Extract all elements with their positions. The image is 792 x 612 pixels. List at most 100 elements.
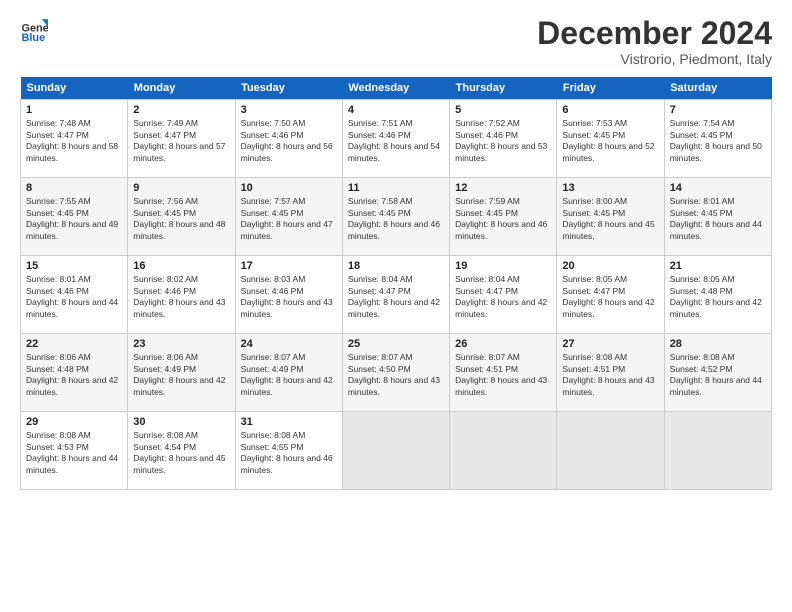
cell-info: Sunrise: 8:05 AMSunset: 4:48 PMDaylight:… bbox=[670, 274, 766, 320]
table-row bbox=[342, 412, 449, 490]
table-row: 8 Sunrise: 7:55 AMSunset: 4:45 PMDaylight… bbox=[21, 178, 128, 256]
cell-info: Sunrise: 7:50 AMSunset: 4:46 PMDaylight:… bbox=[241, 118, 337, 164]
table-row: 9 Sunrise: 7:56 AMSunset: 4:45 PMDaylight… bbox=[128, 178, 235, 256]
logo-icon: General Blue bbox=[20, 16, 48, 44]
cell-info: Sunrise: 8:07 AMSunset: 4:50 PMDaylight:… bbox=[348, 352, 444, 398]
table-row: 19 Sunrise: 8:04 AMSunset: 4:47 PMDayligh… bbox=[450, 256, 557, 334]
table-row: 30 Sunrise: 8:08 AMSunset: 4:54 PMDayligh… bbox=[128, 412, 235, 490]
table-row: 10Sunrise: 7:57 AMSunset: 4:45 PMDayligh… bbox=[235, 178, 342, 256]
day-number: 13 bbox=[562, 182, 658, 194]
day-number: 1 bbox=[26, 104, 122, 116]
table-row: 22 Sunrise: 8:06 AMSunset: 4:48 PMDayligh… bbox=[21, 334, 128, 412]
day-number: 24 bbox=[241, 338, 337, 350]
day-number: 22 bbox=[26, 338, 122, 350]
cell-info: Sunrise: 8:01 AMSunset: 4:46 PMDaylight:… bbox=[26, 274, 122, 320]
day-number: 29 bbox=[26, 416, 122, 428]
cell-info: Sunrise: 7:55 AMSunset: 4:45 PMDaylight:… bbox=[26, 196, 122, 242]
table-row: 20Sunrise: 8:05 AMSunset: 4:47 PMDayligh… bbox=[557, 256, 664, 334]
day-number: 18 bbox=[348, 260, 444, 272]
table-row: 15 Sunrise: 8:01 AMSunset: 4:46 PMDayligh… bbox=[21, 256, 128, 334]
cell-info: Sunrise: 8:08 AMSunset: 4:54 PMDaylight:… bbox=[133, 430, 229, 476]
day-number: 12 bbox=[455, 182, 551, 194]
table-row: 4 Sunrise: 7:51 AMSunset: 4:46 PMDaylight… bbox=[342, 100, 449, 178]
table-row: 13Sunrise: 8:00 AMSunset: 4:45 PMDayligh… bbox=[557, 178, 664, 256]
table-row bbox=[664, 412, 771, 490]
table-row: 27 Sunrise: 8:08 AMSunset: 4:51 PMDayligh… bbox=[557, 334, 664, 412]
day-number: 5 bbox=[455, 104, 551, 116]
cell-info: Sunrise: 7:51 AMSunset: 4:46 PMDaylight:… bbox=[348, 118, 444, 164]
calendar-week-3: 15 Sunrise: 8:01 AMSunset: 4:46 PMDayligh… bbox=[21, 256, 772, 334]
cell-info: Sunrise: 7:49 AMSunset: 4:47 PMDaylight:… bbox=[133, 118, 229, 164]
cell-info: Sunrise: 8:02 AMSunset: 4:46 PMDaylight:… bbox=[133, 274, 229, 320]
day-number: 19 bbox=[455, 260, 551, 272]
table-row: 16 Sunrise: 8:02 AMSunset: 4:46 PMDayligh… bbox=[128, 256, 235, 334]
cell-info: Sunrise: 8:07 AMSunset: 4:51 PMDaylight:… bbox=[455, 352, 551, 398]
day-number: 25 bbox=[348, 338, 444, 350]
cell-info: Sunrise: 7:48 AMSunset: 4:47 PMDaylight:… bbox=[26, 118, 122, 164]
cell-info: Sunrise: 8:01 AMSunset: 4:45 PMDaylight:… bbox=[670, 196, 766, 242]
header-row: Sunday Monday Tuesday Wednesday Thursday… bbox=[21, 77, 772, 100]
cell-info: Sunrise: 8:08 AMSunset: 4:51 PMDaylight:… bbox=[562, 352, 658, 398]
cell-info: Sunrise: 8:08 AMSunset: 4:52 PMDaylight:… bbox=[670, 352, 766, 398]
table-row bbox=[557, 412, 664, 490]
day-number: 26 bbox=[455, 338, 551, 350]
table-row: 11Sunrise: 7:58 AMSunset: 4:45 PMDayligh… bbox=[342, 178, 449, 256]
day-number: 20 bbox=[562, 260, 658, 272]
table-row: 28 Sunrise: 8:08 AMSunset: 4:52 PMDayligh… bbox=[664, 334, 771, 412]
table-row: 25 Sunrise: 8:07 AMSunset: 4:50 PMDayligh… bbox=[342, 334, 449, 412]
day-number: 16 bbox=[133, 260, 229, 272]
day-number: 7 bbox=[670, 104, 766, 116]
table-row: 29 Sunrise: 8:08 AMSunset: 4:53 PMDayligh… bbox=[21, 412, 128, 490]
cell-info: Sunrise: 7:53 AMSunset: 4:45 PMDaylight:… bbox=[562, 118, 658, 164]
cell-info: Sunrise: 8:04 AMSunset: 4:47 PMDaylight:… bbox=[348, 274, 444, 320]
table-row: 14 Sunrise: 8:01 AMSunset: 4:45 PMDayligh… bbox=[664, 178, 771, 256]
day-number: 15 bbox=[26, 260, 122, 272]
day-number: 8 bbox=[26, 182, 122, 194]
cell-info: Sunrise: 7:54 AMSunset: 4:45 PMDaylight:… bbox=[670, 118, 766, 164]
calendar-week-4: 22 Sunrise: 8:06 AMSunset: 4:48 PMDayligh… bbox=[21, 334, 772, 412]
col-tuesday: Tuesday bbox=[235, 77, 342, 100]
col-wednesday: Wednesday bbox=[342, 77, 449, 100]
table-row: 3 Sunrise: 7:50 AMSunset: 4:46 PMDaylight… bbox=[235, 100, 342, 178]
day-number: 30 bbox=[133, 416, 229, 428]
cell-info: Sunrise: 8:06 AMSunset: 4:48 PMDaylight:… bbox=[26, 352, 122, 398]
day-number: 27 bbox=[562, 338, 658, 350]
calendar-table: Sunday Monday Tuesday Wednesday Thursday… bbox=[20, 77, 772, 490]
cell-info: Sunrise: 7:52 AMSunset: 4:46 PMDaylight:… bbox=[455, 118, 551, 164]
col-thursday: Thursday bbox=[450, 77, 557, 100]
day-number: 14 bbox=[670, 182, 766, 194]
logo: General Blue bbox=[20, 16, 48, 44]
page-header: General Blue December 2024 Vistrorio, Pi… bbox=[20, 16, 772, 67]
day-number: 31 bbox=[241, 416, 337, 428]
cell-info: Sunrise: 7:56 AMSunset: 4:45 PMDaylight:… bbox=[133, 196, 229, 242]
cell-info: Sunrise: 7:59 AMSunset: 4:45 PMDaylight:… bbox=[455, 196, 551, 242]
day-number: 21 bbox=[670, 260, 766, 272]
table-row: 17 Sunrise: 8:03 AMSunset: 4:46 PMDayligh… bbox=[235, 256, 342, 334]
table-row: 21 Sunrise: 8:05 AMSunset: 4:48 PMDayligh… bbox=[664, 256, 771, 334]
day-number: 3 bbox=[241, 104, 337, 116]
table-row: 24Sunrise: 8:07 AMSunset: 4:49 PMDayligh… bbox=[235, 334, 342, 412]
calendar-week-2: 8 Sunrise: 7:55 AMSunset: 4:45 PMDaylight… bbox=[21, 178, 772, 256]
col-friday: Friday bbox=[557, 77, 664, 100]
day-number: 17 bbox=[241, 260, 337, 272]
month-title: December 2024 bbox=[537, 16, 772, 51]
cell-info: Sunrise: 8:03 AMSunset: 4:46 PMDaylight:… bbox=[241, 274, 337, 320]
table-row: 5 Sunrise: 7:52 AMSunset: 4:46 PMDaylight… bbox=[450, 100, 557, 178]
cell-info: Sunrise: 8:06 AMSunset: 4:49 PMDaylight:… bbox=[133, 352, 229, 398]
col-monday: Monday bbox=[128, 77, 235, 100]
table-row: 6 Sunrise: 7:53 AMSunset: 4:45 PMDaylight… bbox=[557, 100, 664, 178]
cell-info: Sunrise: 8:08 AMSunset: 4:55 PMDaylight:… bbox=[241, 430, 337, 476]
day-number: 28 bbox=[670, 338, 766, 350]
col-saturday: Saturday bbox=[664, 77, 771, 100]
table-row: 2Sunrise: 7:49 AMSunset: 4:47 PMDaylight… bbox=[128, 100, 235, 178]
day-number: 11 bbox=[348, 182, 444, 194]
day-number: 9 bbox=[133, 182, 229, 194]
location-subtitle: Vistrorio, Piedmont, Italy bbox=[537, 51, 772, 67]
calendar-week-1: 1 Sunrise: 7:48 AMSunset: 4:47 PMDaylight… bbox=[21, 100, 772, 178]
cell-info: Sunrise: 8:08 AMSunset: 4:53 PMDaylight:… bbox=[26, 430, 122, 476]
table-row: 7 Sunrise: 7:54 AMSunset: 4:45 PMDaylight… bbox=[664, 100, 771, 178]
day-number: 4 bbox=[348, 104, 444, 116]
day-number: 6 bbox=[562, 104, 658, 116]
cell-info: Sunrise: 8:04 AMSunset: 4:47 PMDaylight:… bbox=[455, 274, 551, 320]
table-row: 26 Sunrise: 8:07 AMSunset: 4:51 PMDayligh… bbox=[450, 334, 557, 412]
